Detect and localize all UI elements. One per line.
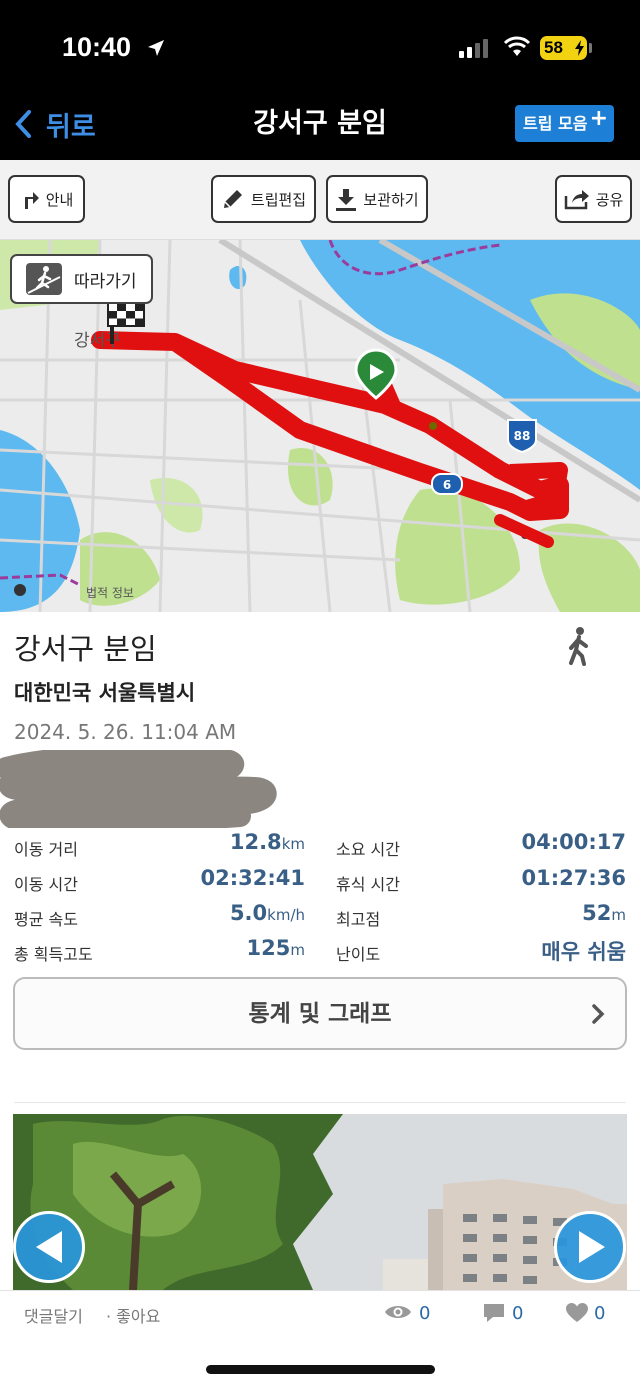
save-button[interactable]: 보관하기: [326, 175, 428, 223]
download-icon: [336, 189, 357, 211]
total-gain-value: 125m: [247, 936, 305, 960]
total-time-value: 04:00:17: [521, 830, 626, 854]
save-label: 보관하기: [363, 190, 419, 209]
route-6-label: 6: [443, 478, 451, 492]
difficulty-value: 매우 쉬움: [541, 940, 626, 964]
max-elevation-unit: m: [611, 906, 626, 924]
total-gain-unit: m: [290, 941, 305, 959]
next-photo-button[interactable]: [554, 1211, 626, 1283]
trip-photo[interactable]: [13, 1114, 627, 1290]
difficulty-label: 난이도: [336, 945, 381, 964]
comment-link[interactable]: 댓글달기: [24, 1303, 83, 1327]
chevron-right-icon: [592, 1004, 605, 1024]
map-legal-credit[interactable]: 법적 정보: [86, 584, 134, 601]
like-link[interactable]: · 좋아요: [106, 1303, 160, 1327]
distance-unit: km: [281, 835, 305, 853]
status-bar: 10:40 58: [0, 30, 640, 70]
route-map[interactable]: 88 6 강서구 따라가기 법적 정보: [0, 240, 640, 612]
location-arrow-icon: [148, 40, 164, 56]
hiker-icon: [26, 263, 62, 295]
home-indicator[interactable]: [206, 1365, 435, 1374]
like-count: 0: [594, 1303, 606, 1324]
action-toolbar: 안내 트립편집 보관하기 공유: [0, 160, 640, 240]
avg-speed-unit: km/h: [267, 906, 305, 924]
guide-label: 안내: [45, 190, 74, 209]
redacted-scribble: [0, 750, 277, 828]
battery-tip: [589, 43, 592, 53]
avg-speed-value: 5.0km/h: [230, 901, 305, 925]
trip-title: 강서구 분임: [14, 632, 157, 666]
trip-datetime: 2024. 5. 26. 11:04 AM: [14, 720, 237, 744]
max-elevation-number: 52: [582, 901, 612, 925]
max-elevation-label: 최고점: [336, 910, 381, 929]
highway-88-label: 88: [514, 429, 531, 443]
triangle-left-icon: [36, 1231, 62, 1263]
avg-speed-number: 5.0: [229, 901, 268, 925]
photo-canvas: [13, 1114, 627, 1290]
moving-time-value: 02:32:41: [200, 866, 305, 890]
moving-time-label: 이동 시간: [14, 875, 78, 894]
heart-icon: [566, 1303, 588, 1322]
eye-icon: [385, 1306, 411, 1318]
status-time: 10:40: [62, 32, 132, 62]
previous-photo-button[interactable]: [13, 1211, 85, 1283]
edit-trip-button[interactable]: 트립편집: [211, 175, 316, 223]
follow-label: 따라가기: [74, 271, 137, 292]
trip-region: 대한민국 서울특별시: [14, 681, 196, 705]
stats-graph-label: 통계 및 그래프: [248, 1001, 392, 1027]
follow-button[interactable]: 따라가기: [10, 254, 153, 304]
stats-graph-button[interactable]: 통계 및 그래프: [13, 977, 627, 1050]
triangle-right-icon: [579, 1231, 605, 1263]
turn-right-icon: [24, 192, 39, 209]
edit-trip-label: 트립편집: [250, 190, 307, 209]
total-gain-label: 총 획득고도: [14, 945, 93, 964]
trip-collection-button[interactable]: 트립 모음 +: [515, 105, 614, 142]
distance-label: 이동 거리: [14, 840, 78, 859]
pencil-icon: [223, 190, 242, 208]
view-count: 0: [419, 1303, 431, 1324]
trip-collection-label: 트립 모음: [523, 114, 588, 133]
battery-percent: 58: [544, 38, 563, 57]
wifi-icon: [503, 36, 531, 56]
distance-value: 12.8km: [230, 830, 305, 854]
comment-icon: [484, 1304, 504, 1322]
max-elevation-value: 52m: [582, 901, 626, 925]
avg-speed-label: 평균 속도: [14, 910, 78, 929]
cellular-signal-icon: [459, 39, 488, 58]
charging-bolt-icon: [575, 40, 584, 56]
plus-icon: +: [589, 106, 608, 131]
comment-count: 0: [512, 1303, 524, 1324]
battery-indicator: 58: [540, 36, 587, 60]
distance-number: 12.8: [229, 830, 282, 854]
bottom-action-bar: 댓글달기 · 좋아요 0 0 0: [0, 1290, 640, 1334]
section-divider: [14, 1102, 626, 1103]
rest-time-label: 휴식 시간: [336, 875, 400, 894]
top-bar: 10:40 58 뒤로 강서구 분임 트립 모음 +: [0, 0, 640, 160]
share-label: 공유: [595, 190, 624, 209]
share-button[interactable]: 공유: [555, 175, 632, 223]
guide-button[interactable]: 안내: [8, 175, 85, 223]
walking-icon: [569, 627, 588, 666]
share-icon: [564, 190, 589, 210]
total-gain-number: 125: [246, 936, 291, 960]
rest-time-value: 01:27:36: [521, 866, 626, 890]
total-time-label: 소요 시간: [336, 840, 400, 859]
